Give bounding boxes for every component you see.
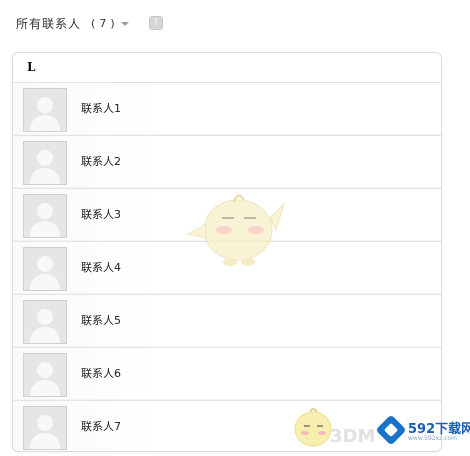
contacts-header: 所有联系人 ( 7 ) ? <box>16 12 163 34</box>
contact-name: 联系人6 <box>81 367 121 380</box>
contacts-page: 所有联系人 ( 7 ) ? L 联系人1 联系人2 联系人3 联系人4 联系人5… <box>0 0 470 456</box>
group-letter-header: L <box>13 53 441 83</box>
contact-name: 联系人4 <box>81 261 121 274</box>
contact-list-panel: L 联系人1 联系人2 联系人3 联系人4 联系人5 联系人6 联系人7 <box>12 52 442 452</box>
contact-count-dropdown[interactable]: ( 7 ) <box>91 17 129 30</box>
contact-count-value: 7 <box>99 16 107 30</box>
default-avatar-icon <box>23 194 67 238</box>
contact-row-4[interactable]: 联系人4 <box>13 241 441 294</box>
help-icon[interactable]: ? <box>148 16 163 30</box>
contact-list: 联系人1 联系人2 联系人3 联系人4 联系人5 联系人6 联系人7 <box>13 83 441 451</box>
contact-name: 联系人7 <box>81 420 121 433</box>
default-avatar-icon <box>23 300 67 344</box>
default-avatar-icon <box>23 353 67 397</box>
contact-row-6[interactable]: 联系人6 <box>13 347 441 400</box>
contact-row-5[interactable]: 联系人5 <box>13 294 441 347</box>
contact-row-2[interactable]: 联系人2 <box>13 135 441 188</box>
contact-name: 联系人1 <box>81 102 121 115</box>
default-avatar-icon <box>23 88 67 132</box>
page-title: 所有联系人 <box>16 16 82 31</box>
count-close-paren: ) <box>110 16 115 30</box>
chevron-down-icon <box>120 21 129 26</box>
default-avatar-icon <box>23 247 67 291</box>
contact-row-1[interactable]: 联系人1 <box>13 83 441 135</box>
default-avatar-icon <box>23 406 67 450</box>
default-avatar-icon <box>23 141 67 185</box>
contact-name: 联系人2 <box>81 155 121 168</box>
contact-name: 联系人5 <box>81 314 121 327</box>
contact-row-3[interactable]: 联系人3 <box>13 188 441 241</box>
contact-row-7[interactable]: 联系人7 <box>13 400 441 451</box>
count-open-paren: ( <box>91 16 96 30</box>
contact-name: 联系人3 <box>81 208 121 221</box>
